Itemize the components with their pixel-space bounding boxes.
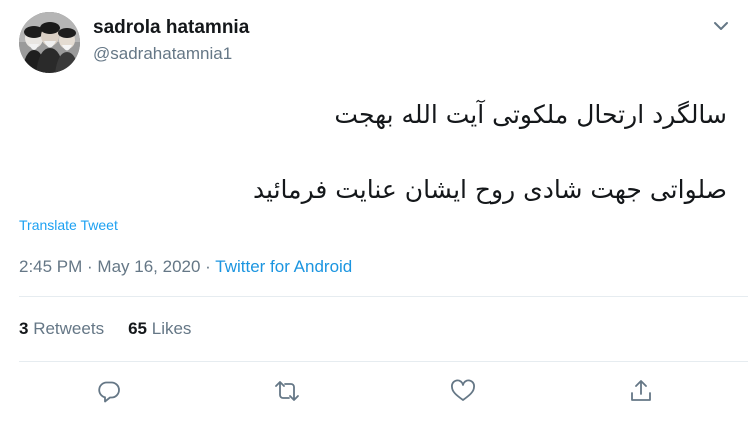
- tweet-metadata: 2:45 PM · May 16, 2020 · Twitter for And…: [19, 257, 352, 277]
- tweet-time[interactable]: 2:45 PM: [19, 257, 82, 276]
- retweets-stat[interactable]: 3 Retweets: [19, 319, 104, 338]
- tweet-text-line-2: صلواتی جهت شادی روح ایشان عنایت فرمائید: [252, 175, 727, 204]
- heart-icon[interactable]: [448, 376, 478, 406]
- divider: [19, 296, 748, 297]
- tweet-stats: 3 Retweets 65 Likes: [19, 319, 191, 339]
- divider: [19, 361, 748, 362]
- tweet-card: sadrola hatamnia @sadrahatamnia1 سالگرد …: [0, 0, 748, 421]
- likes-label: Likes: [151, 319, 192, 338]
- chevron-down-icon[interactable]: [708, 15, 734, 37]
- meta-separator: ·: [82, 257, 98, 276]
- meta-separator: ·: [200, 257, 216, 276]
- share-icon[interactable]: [626, 376, 656, 406]
- translate-tweet-link[interactable]: Translate Tweet: [19, 217, 118, 233]
- retweets-count: 3: [19, 319, 29, 338]
- user-handle[interactable]: @sadrahatamnia1: [93, 44, 232, 64]
- retweets-label: Retweets: [33, 319, 105, 338]
- tweet-source-link[interactable]: Twitter for Android: [215, 257, 352, 276]
- tweet-text-line-1: سالگرد ارتحال ملکوتی آیت الله بهجت: [334, 100, 727, 129]
- avatar-image: [19, 12, 80, 73]
- reply-icon[interactable]: [94, 376, 124, 406]
- tweet-actions: [0, 376, 748, 406]
- likes-stat[interactable]: 65 Likes: [128, 319, 191, 338]
- tweet-date[interactable]: May 16, 2020: [97, 257, 200, 276]
- retweet-icon[interactable]: [272, 376, 302, 406]
- avatar[interactable]: [19, 12, 80, 73]
- likes-count: 65: [128, 319, 147, 338]
- display-name[interactable]: sadrola hatamnia: [93, 17, 249, 39]
